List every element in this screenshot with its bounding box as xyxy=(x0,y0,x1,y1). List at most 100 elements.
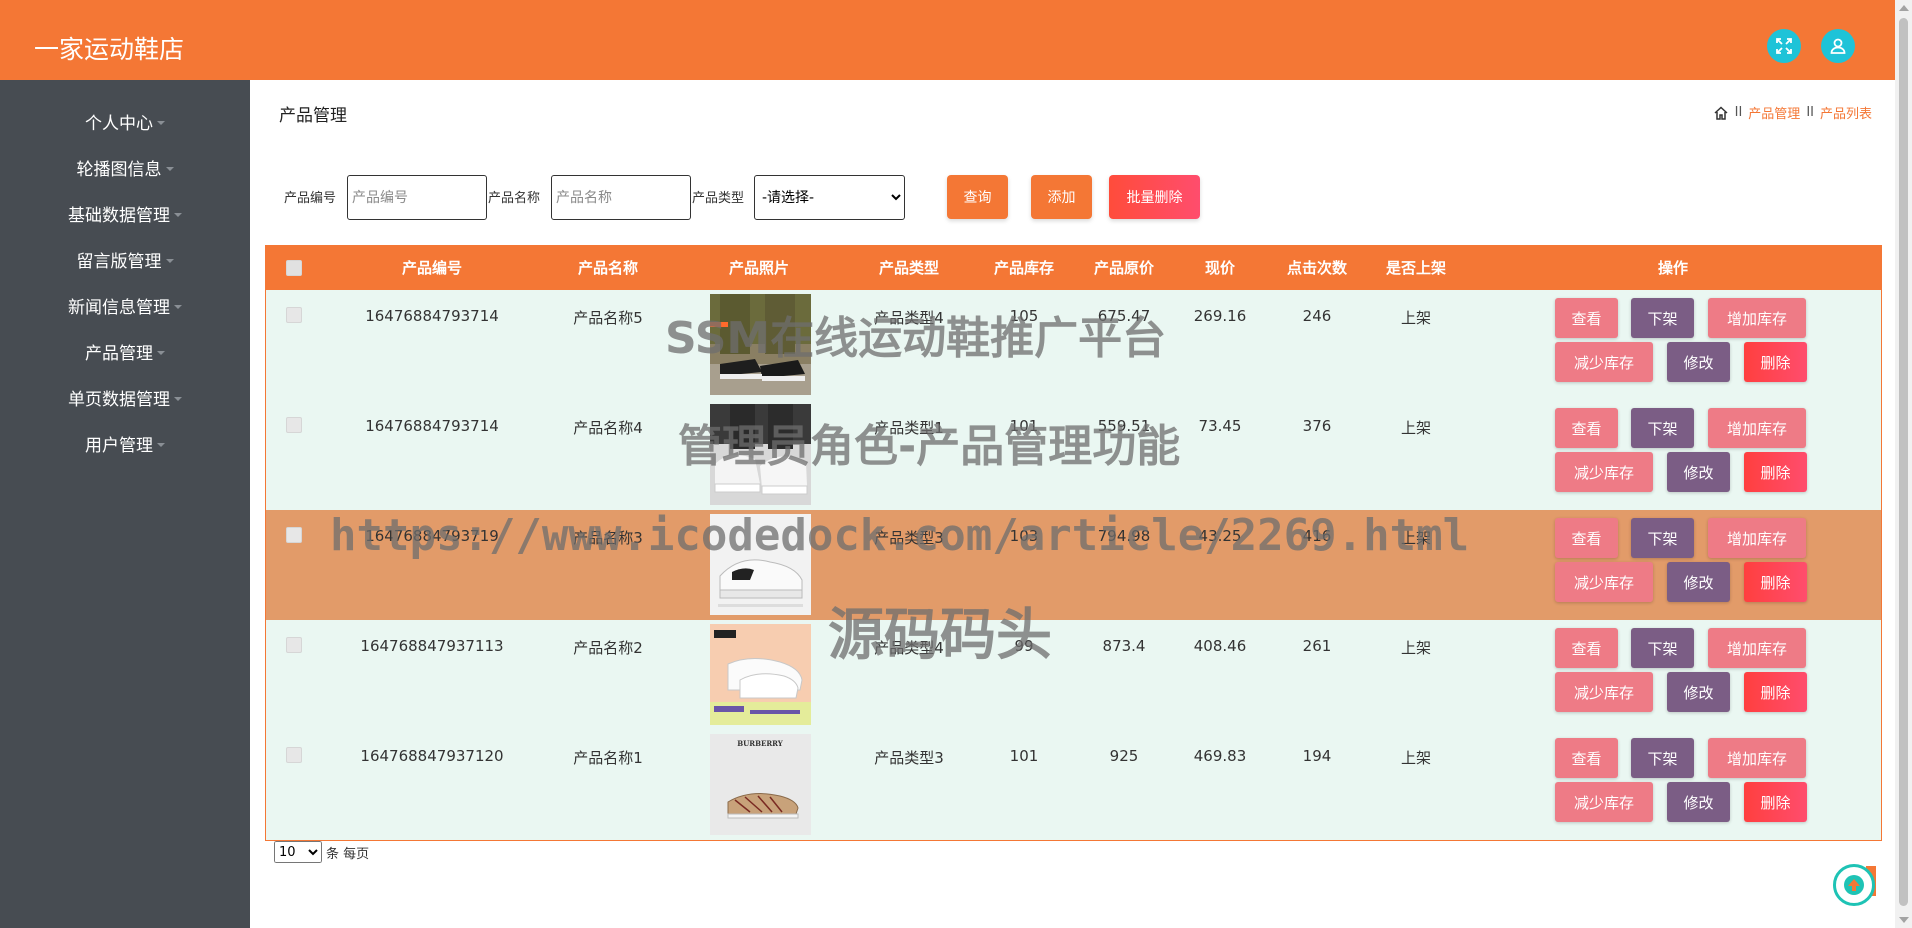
add-stock-button[interactable]: 增加库存 xyxy=(1708,298,1806,338)
table-row[interactable]: 16476884793719 产品名称3 产品类型3 103 794.98 43… xyxy=(266,510,1881,620)
scroll-down-icon[interactable] xyxy=(1899,917,1909,923)
edit-button[interactable]: 修改 xyxy=(1667,452,1730,492)
sidebar-item-products[interactable]: 产品管理 xyxy=(0,332,250,370)
sidebar-item-label: 基础数据管理 xyxy=(68,205,170,226)
sidebar-item-users[interactable]: 用户管理 xyxy=(0,424,250,462)
product-name-input[interactable] xyxy=(551,175,691,220)
cell-product-code: 16476884793719 xyxy=(365,527,499,545)
cell-original-price: 559.51 xyxy=(1097,417,1151,435)
off-shelf-button[interactable]: 下架 xyxy=(1631,628,1694,668)
cell-product-name: 产品名称5 xyxy=(573,309,643,327)
breadcrumb-separator: II xyxy=(1806,105,1814,120)
column-header: 产品名称 xyxy=(577,259,639,277)
column-header: 产品库存 xyxy=(993,259,1055,277)
delete-button[interactable]: 删除 xyxy=(1744,452,1807,492)
back-to-top-icon[interactable] xyxy=(1833,864,1875,906)
caret-down-icon xyxy=(157,351,165,355)
edit-button[interactable]: 修改 xyxy=(1667,562,1730,602)
caret-down-icon xyxy=(174,305,182,309)
page-scrollbar[interactable] xyxy=(1895,0,1912,928)
sidebar-item-messages[interactable]: 留言版管理 xyxy=(0,240,250,278)
reduce-stock-button[interactable]: 减少库存 xyxy=(1555,782,1653,822)
row-checkbox[interactable] xyxy=(286,637,302,653)
delete-button[interactable]: 删除 xyxy=(1744,342,1807,382)
sidebar-item-personal-center[interactable]: 个人中心 xyxy=(0,102,250,140)
view-button[interactable]: 查看 xyxy=(1555,628,1618,668)
scroll-up-icon[interactable] xyxy=(1899,5,1909,11)
table-row[interactable]: 16476884793714 产品名称4 产品类型1 101 559.51 73… xyxy=(266,400,1881,510)
cell-product-type: 产品类型1 xyxy=(874,419,944,437)
product-code-input[interactable] xyxy=(347,175,487,220)
breadcrumb-item-products[interactable]: 产品管理 xyxy=(1748,103,1800,122)
row-checkbox[interactable] xyxy=(286,417,302,433)
column-header: 产品原价 xyxy=(1093,259,1155,277)
home-icon[interactable] xyxy=(1713,105,1729,121)
sidebar-item-label: 个人中心 xyxy=(85,113,153,134)
page-size-suffix: 条 每页 xyxy=(326,846,370,862)
row-checkbox[interactable] xyxy=(286,307,302,323)
select-all-checkbox[interactable] xyxy=(286,260,302,276)
top-header: 一家运动鞋店 xyxy=(0,0,1895,80)
page-size-select[interactable]: 10 xyxy=(274,841,322,863)
fullscreen-icon[interactable] xyxy=(1767,29,1801,63)
edit-button[interactable]: 修改 xyxy=(1667,342,1730,382)
row-checkbox[interactable] xyxy=(286,747,302,763)
add-stock-button[interactable]: 增加库存 xyxy=(1708,518,1806,558)
batch-delete-button[interactable]: 批量删除 xyxy=(1109,175,1200,219)
scroll-thumb[interactable] xyxy=(1899,18,1908,906)
breadcrumb-item-product-list[interactable]: 产品列表 xyxy=(1820,103,1872,122)
table-row[interactable]: 164768847937120 产品名称1 BURBERRY 产品类型3 101… xyxy=(266,730,1881,840)
add-button[interactable]: 添加 xyxy=(1031,175,1092,219)
view-button[interactable]: 查看 xyxy=(1555,518,1618,558)
edit-button[interactable]: 修改 xyxy=(1667,672,1730,712)
off-shelf-button[interactable]: 下架 xyxy=(1631,738,1694,778)
product-type-select[interactable]: -请选择- xyxy=(754,175,905,220)
cell-product-code: 16476884793714 xyxy=(365,417,499,435)
sidebar-item-base-data[interactable]: 基础数据管理 xyxy=(0,194,250,232)
cell-product-name: 产品名称2 xyxy=(573,639,643,657)
cell-current-price: 469.83 xyxy=(1193,747,1247,765)
breadcrumb-separator: II xyxy=(1734,105,1743,120)
view-button[interactable]: 查看 xyxy=(1555,298,1618,338)
reduce-stock-button[interactable]: 减少库存 xyxy=(1555,342,1653,382)
delete-button[interactable]: 删除 xyxy=(1744,562,1807,602)
view-button[interactable]: 查看 xyxy=(1555,738,1618,778)
off-shelf-button[interactable]: 下架 xyxy=(1631,518,1694,558)
shoe-photo-3[interactable] xyxy=(710,514,811,615)
add-stock-button[interactable]: 增加库存 xyxy=(1708,738,1806,778)
breadcrumb: II 产品管理 II 产品列表 xyxy=(1713,103,1872,122)
add-stock-button[interactable]: 增加库存 xyxy=(1708,628,1806,668)
off-shelf-button[interactable]: 下架 xyxy=(1631,298,1694,338)
reduce-stock-button[interactable]: 减少库存 xyxy=(1555,452,1653,492)
add-stock-button[interactable]: 增加库存 xyxy=(1708,408,1806,448)
row-checkbox[interactable] xyxy=(286,527,302,543)
cell-product-type: 产品类型3 xyxy=(874,529,944,547)
cell-product-type: 产品类型3 xyxy=(874,749,944,767)
cell-stock: 105 xyxy=(1009,307,1039,325)
query-button[interactable]: 查询 xyxy=(947,175,1008,219)
reduce-stock-button[interactable]: 减少库存 xyxy=(1555,672,1653,712)
sidebar-item-news[interactable]: 新闻信息管理 xyxy=(0,286,250,324)
column-header: 点击次数 xyxy=(1286,259,1348,277)
table-row[interactable]: 164768847937113 产品名称2 产品类型4 99 873.4 408… xyxy=(266,620,1881,730)
shoe-photo-5[interactable]: BURBERRY xyxy=(710,734,811,835)
delete-button[interactable]: 删除 xyxy=(1744,672,1807,712)
shoe-photo-2[interactable] xyxy=(710,404,811,505)
view-button[interactable]: 查看 xyxy=(1555,408,1618,448)
sidebar-item-carousel[interactable]: 轮播图信息 xyxy=(0,148,250,186)
cell-product-code: 164768847937113 xyxy=(360,637,504,655)
sidebar-item-label: 产品管理 xyxy=(85,343,153,364)
delete-button[interactable]: 删除 xyxy=(1744,782,1807,822)
user-icon[interactable] xyxy=(1821,29,1855,63)
sidebar-item-single-page[interactable]: 单页数据管理 xyxy=(0,378,250,416)
shoe-photo-1[interactable] xyxy=(710,294,811,395)
column-header: 产品类型 xyxy=(878,259,940,277)
off-shelf-button[interactable]: 下架 xyxy=(1631,408,1694,448)
reduce-stock-button[interactable]: 减少库存 xyxy=(1555,562,1653,602)
cell-on-shelf: 上架 xyxy=(1400,529,1432,547)
table-row[interactable]: 16476884793714 产品名称5 产品类型4 105 675.47 26… xyxy=(266,290,1881,400)
edit-button[interactable]: 修改 xyxy=(1667,782,1730,822)
shoe-photo-4[interactable] xyxy=(710,624,811,725)
cell-on-shelf: 上架 xyxy=(1400,419,1432,437)
cell-stock: 103 xyxy=(1009,527,1039,545)
